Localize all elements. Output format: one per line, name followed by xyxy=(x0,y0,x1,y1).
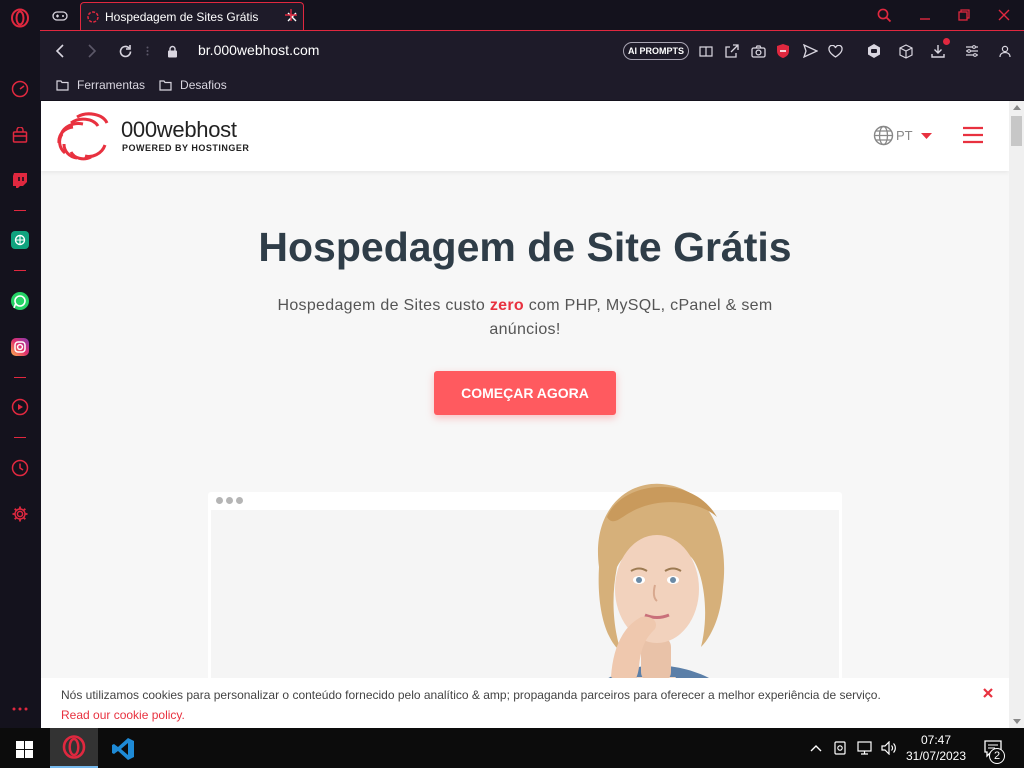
page-scrollbar[interactable] xyxy=(1009,101,1024,728)
hamburger-menu-icon[interactable] xyxy=(962,125,984,145)
whatsapp-icon[interactable] xyxy=(8,289,32,313)
bookmarks-bar: Ferramentas Desafios xyxy=(40,70,1024,100)
sidebar-divider xyxy=(14,270,26,271)
aria-ai-icon[interactable] xyxy=(864,41,884,61)
hero-subtitle: Hospedagem de Sites custo zero com PHP, … xyxy=(275,294,775,342)
web-page: 000webhost POWERED BY HOSTINGER PT Hospe… xyxy=(41,101,1009,728)
tray-device-icon[interactable] xyxy=(832,740,848,756)
back-icon[interactable] xyxy=(50,41,70,61)
instagram-icon[interactable] xyxy=(8,335,32,359)
snapshot-icon[interactable] xyxy=(748,41,768,61)
send-icon[interactable] xyxy=(800,41,820,61)
taskbar-opera-icon[interactable] xyxy=(50,728,98,768)
notification-count-badge: 2 xyxy=(989,748,1005,764)
globe-icon xyxy=(873,125,894,146)
scroll-down-icon[interactable] xyxy=(1012,717,1021,725)
mockup-dot xyxy=(226,497,233,504)
bookmark-label: Ferramentas xyxy=(77,78,146,92)
start-now-button[interactable]: COMEÇAR AGORA xyxy=(434,371,616,415)
close-cookie-icon[interactable] xyxy=(981,686,995,700)
folder-icon xyxy=(159,79,172,91)
favicon-icon xyxy=(87,10,99,23)
subtitle-text: Hospedagem de Sites custo xyxy=(277,297,490,314)
shopping-bag-icon[interactable] xyxy=(8,123,32,147)
tab-strip: Hospedagem de Sites Grátis xyxy=(0,0,1024,30)
network-icon[interactable] xyxy=(856,740,872,756)
twitch-icon[interactable] xyxy=(8,168,32,192)
caret-down-icon xyxy=(920,132,932,139)
player-icon[interactable] xyxy=(8,395,32,419)
mockup-dot xyxy=(236,497,243,504)
profile-icon[interactable] xyxy=(995,41,1015,61)
taskbar-vscode-icon[interactable] xyxy=(110,736,136,762)
logo-tagline: POWERED BY HOSTINGER xyxy=(122,143,250,153)
sidebar-divider xyxy=(14,377,26,378)
volume-icon[interactable] xyxy=(880,740,898,756)
sidebar-divider xyxy=(14,437,26,438)
language-label: PT xyxy=(896,128,913,143)
clock-time: 07:47 xyxy=(920,733,952,747)
hero-title: Hospedagem de Site Grátis xyxy=(258,224,792,270)
opera-logo-icon[interactable] xyxy=(8,6,32,30)
ai-prompts-button[interactable]: AI PROMPTS xyxy=(623,42,689,60)
sidebar xyxy=(0,30,40,728)
scroll-up-icon[interactable] xyxy=(1012,103,1021,111)
url-field[interactable]: br.000webhost.com xyxy=(198,42,319,58)
forward-icon[interactable] xyxy=(82,41,102,61)
bookmark-ferramentas[interactable]: Ferramentas xyxy=(56,78,145,92)
subtitle-text: com PHP, MySQL, cPanel & sem anúncios! xyxy=(489,297,773,338)
history-clock-icon[interactable] xyxy=(8,456,32,480)
restore-icon[interactable] xyxy=(954,5,974,25)
heart-icon[interactable] xyxy=(825,41,845,61)
tab-active[interactable]: Hospedagem de Sites Grátis xyxy=(80,2,304,30)
cookie-policy-link[interactable]: Read our cookie policy. xyxy=(61,708,185,722)
mockup-dot xyxy=(216,497,223,504)
dots-icon xyxy=(144,45,150,57)
bookmark-desafios[interactable]: Desafios xyxy=(159,78,227,92)
extensions-cube-icon[interactable] xyxy=(896,41,916,61)
minimize-icon[interactable] xyxy=(915,5,935,25)
folder-icon xyxy=(56,79,69,91)
gamepad-icon[interactable] xyxy=(50,6,70,26)
more-options-icon[interactable] xyxy=(8,697,32,721)
new-tab-icon[interactable] xyxy=(282,6,300,24)
cookie-text: Nós utilizamos cookies para personalizar… xyxy=(61,688,881,702)
settings-gear-icon[interactable] xyxy=(8,502,32,526)
easy-setup-icon[interactable] xyxy=(962,41,982,61)
share-icon[interactable] xyxy=(722,41,742,61)
address-bar: br.000webhost.com AI PROMPTS xyxy=(40,30,1024,70)
sidebar-divider xyxy=(14,210,26,211)
scroll-thumb[interactable] xyxy=(1011,116,1022,146)
clock-date: 31/07/2023 xyxy=(905,749,967,763)
windows-start-icon[interactable] xyxy=(14,739,34,759)
tab-title: Hospedagem de Sites Grátis xyxy=(105,9,259,24)
speed-dial-icon[interactable] xyxy=(8,77,32,101)
subtitle-highlight: zero xyxy=(489,297,524,314)
reload-icon[interactable] xyxy=(115,41,135,61)
clock[interactable]: 07:47 31/07/2023 xyxy=(900,732,972,764)
download-badge xyxy=(943,38,950,45)
bookmark-label: Desafios xyxy=(180,78,227,92)
close-window-icon[interactable] xyxy=(994,5,1014,25)
reader-mode-icon[interactable] xyxy=(696,41,716,61)
tray-chevron-up-icon[interactable] xyxy=(808,740,824,756)
000webhost-logo-icon[interactable] xyxy=(55,111,113,161)
language-selector[interactable]: PT xyxy=(873,125,932,146)
lock-icon[interactable] xyxy=(164,42,180,60)
adblock-shield-icon[interactable] xyxy=(773,41,793,61)
windows-taskbar: 07:47 31/07/2023 2 xyxy=(0,728,1024,768)
logo-name: 000webhost xyxy=(121,117,237,142)
site-header: 000webhost POWERED BY HOSTINGER PT xyxy=(41,101,1009,171)
cookie-banner: Nós utilizamos cookies para personalizar… xyxy=(41,678,1009,728)
search-tabs-icon[interactable] xyxy=(874,5,894,25)
chatgpt-icon[interactable] xyxy=(8,228,32,252)
